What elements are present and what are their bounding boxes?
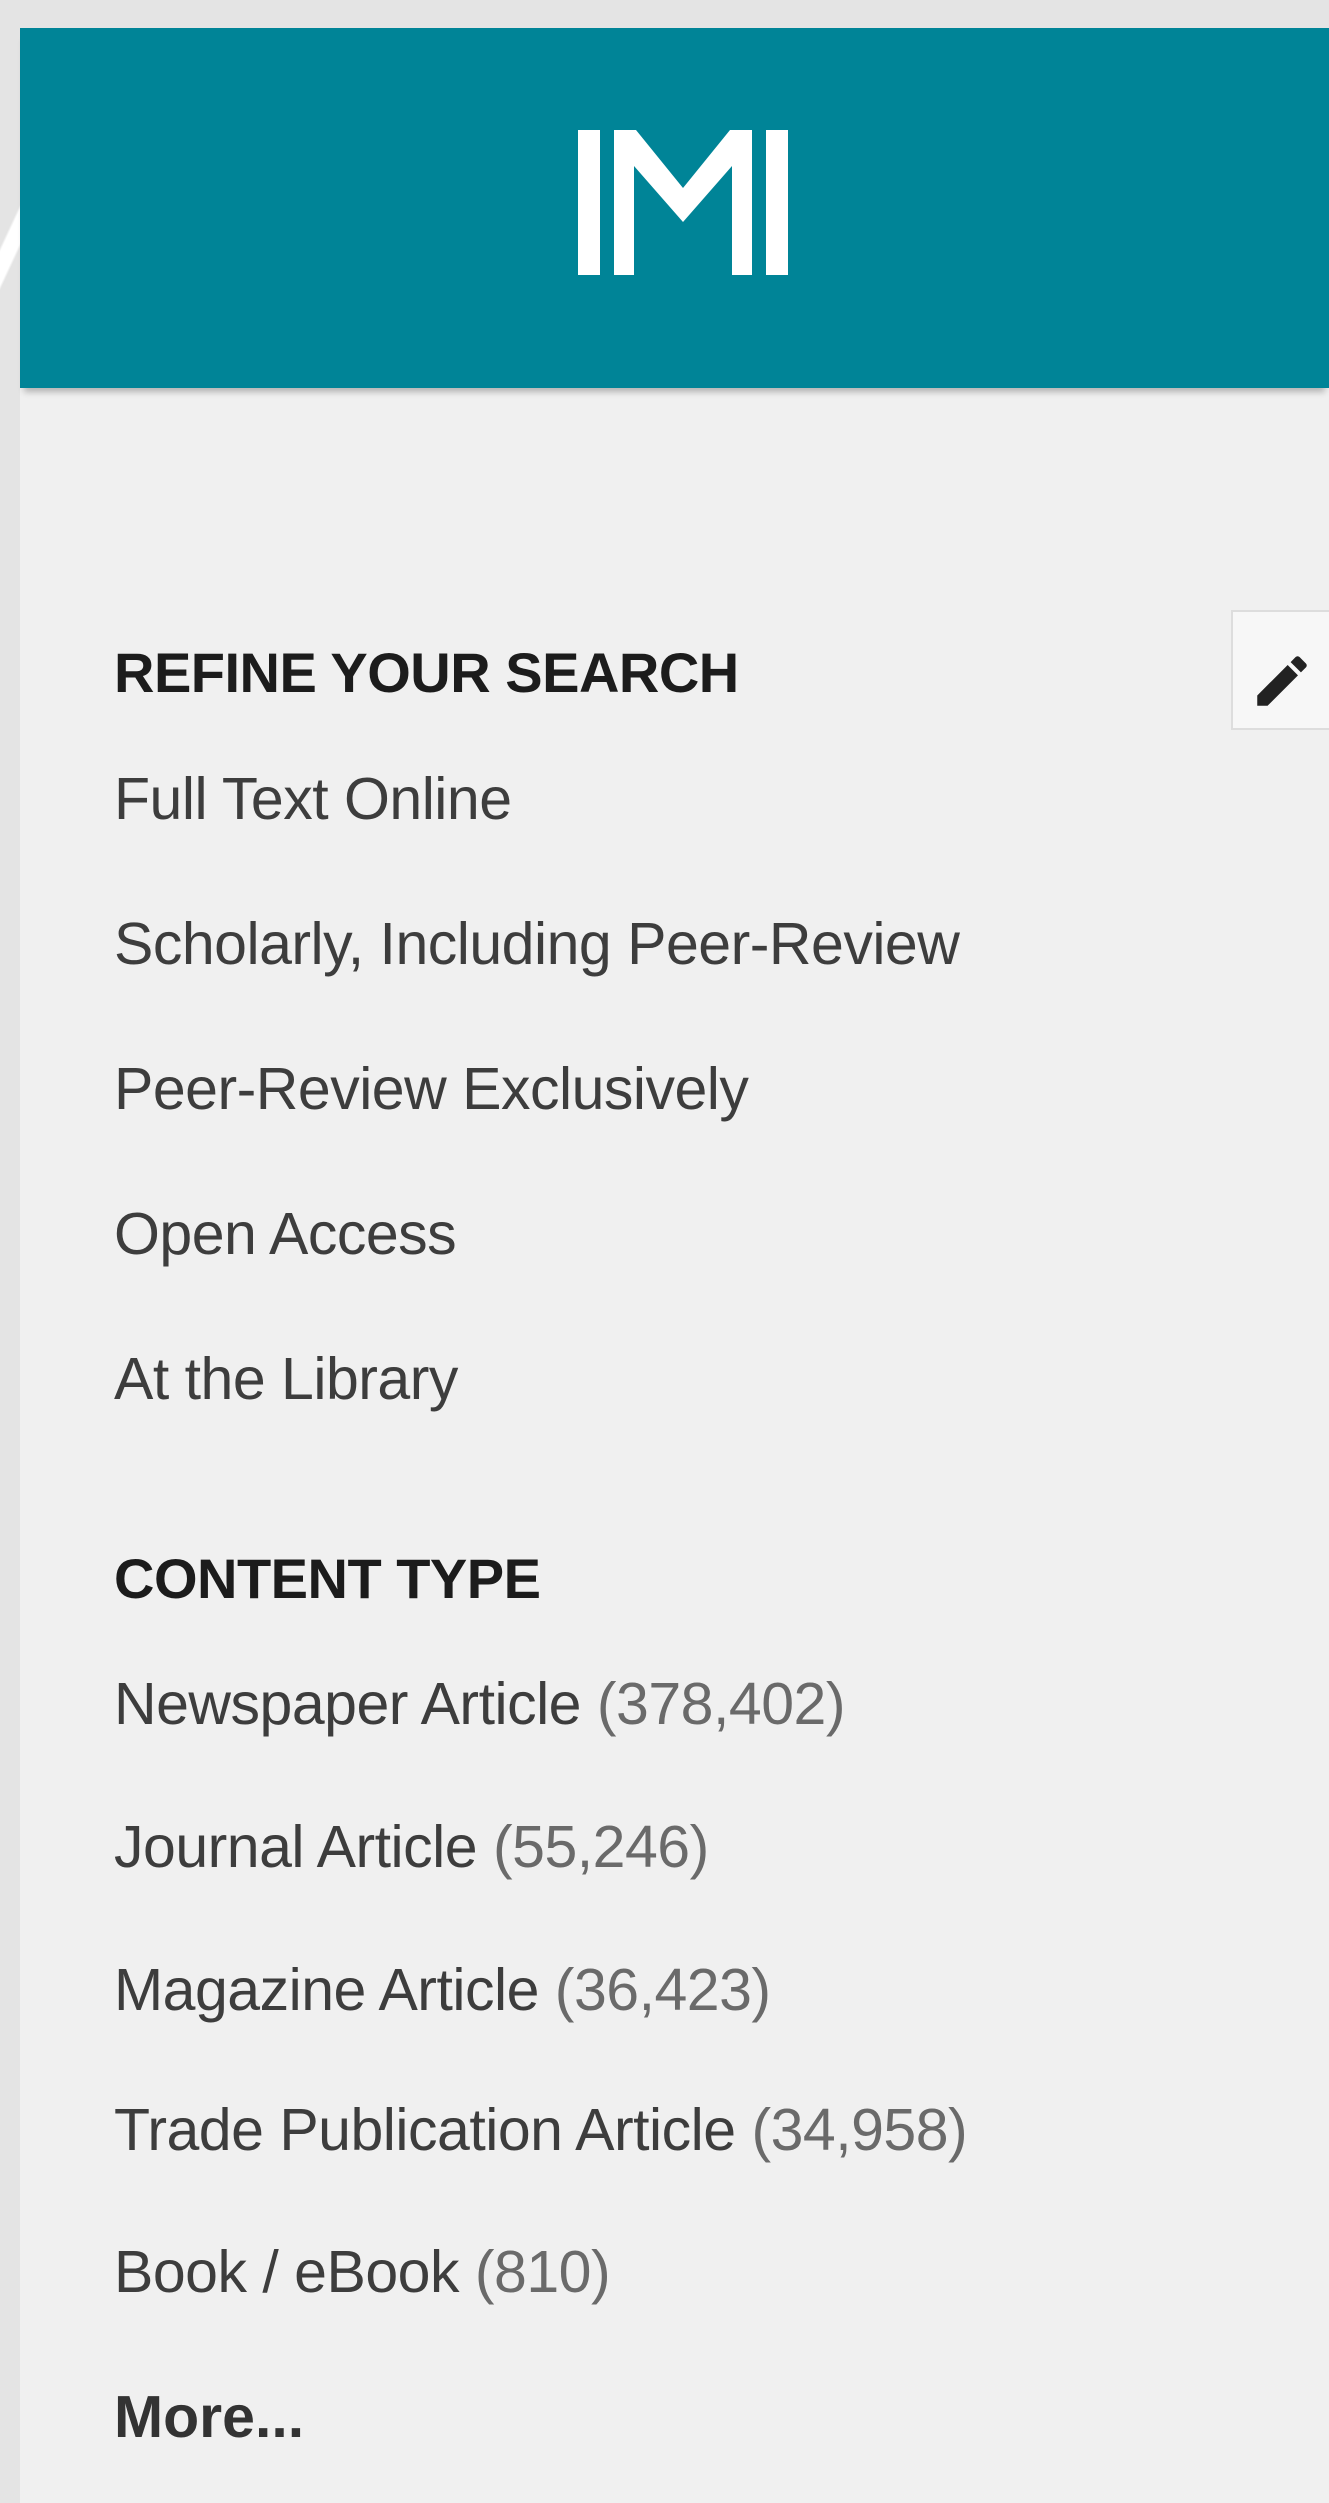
content-type-count: (810)	[474, 2239, 611, 2305]
content-type-journal-article[interactable]: Journal Article (55,246)	[114, 1813, 709, 1881]
filter-sidebar: REFINE YOUR SEARCH Full Text Online Scho…	[20, 28, 1329, 2503]
pencil-icon	[1257, 656, 1307, 706]
filter-scholarly[interactable]: Scholarly, Including Peer-Review	[114, 910, 960, 978]
content-type-count: (36,423)	[554, 1957, 771, 2023]
content-type-label: Magazine Article	[114, 1957, 539, 2023]
filter-at-the-library[interactable]: At the Library	[114, 1345, 458, 1413]
filter-peer-review[interactable]: Peer-Review Exclusively	[114, 1055, 749, 1123]
content-type-magazine-article[interactable]: Magazine Article (36,423)	[114, 1956, 771, 2024]
content-type-count: (378,402)	[596, 1671, 846, 1737]
content-type-label: Journal Article	[114, 1814, 478, 1880]
app-header	[20, 28, 1329, 388]
filter-open-access[interactable]: Open Access	[114, 1200, 457, 1268]
refine-search-heading: REFINE YOUR SEARCH	[114, 641, 739, 704]
edit-filters-button[interactable]	[1231, 610, 1329, 730]
content-type-label: Newspaper Article	[114, 1671, 582, 1737]
content-type-more-link[interactable]: More...	[114, 2383, 304, 2451]
content-type-trade-publication-article[interactable]: Trade Publication Article (34,958)	[114, 2096, 968, 2164]
content-type-label: Trade Publication Article	[114, 2097, 736, 2163]
content-type-book-ebook[interactable]: Book / eBook (810)	[114, 2238, 611, 2306]
m-monogram-logo-icon[interactable]	[578, 130, 788, 275]
content-type-heading: CONTENT TYPE	[114, 1547, 541, 1610]
content-type-count: (34,958)	[751, 2097, 968, 2163]
content-type-newspaper-article[interactable]: Newspaper Article (378,402)	[114, 1670, 845, 1738]
content-type-count: (55,246)	[492, 1814, 709, 1880]
content-type-label: Book / eBook	[114, 2239, 459, 2305]
filter-full-text-online[interactable]: Full Text Online	[114, 765, 512, 833]
